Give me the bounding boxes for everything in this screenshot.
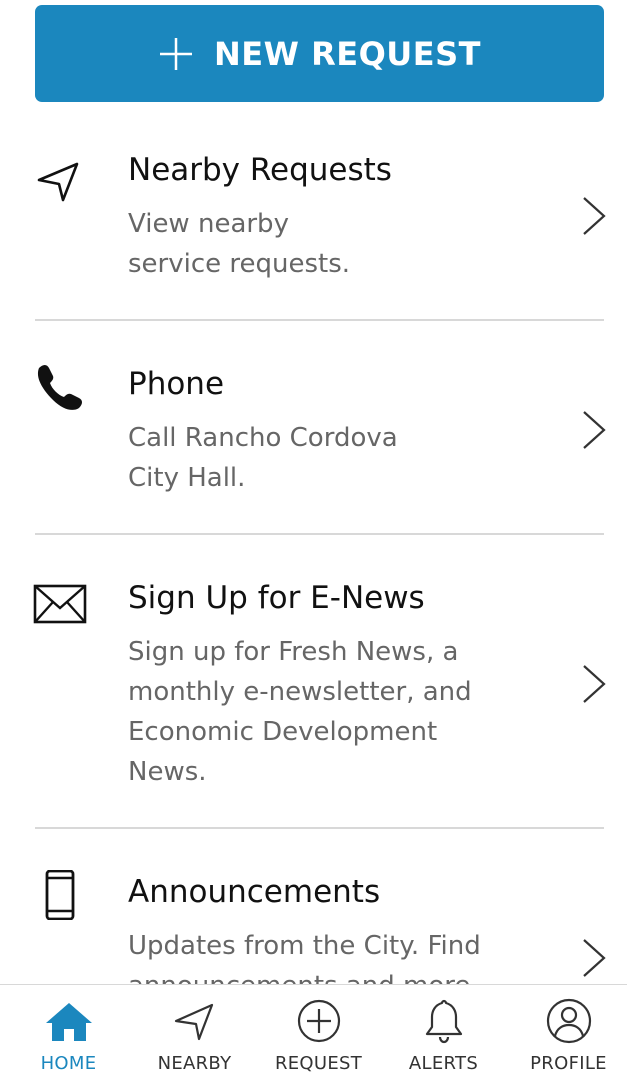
plus-icon: [160, 37, 192, 70]
tab-label: REQUEST: [274, 1053, 363, 1074]
tab-alerts[interactable]: ALERTS: [381, 985, 506, 1079]
new-request-label: NEW REQUEST: [214, 34, 481, 73]
phone-icon: [37, 365, 82, 410]
tab-label: PROFILE: [530, 1053, 607, 1074]
item-title: Sign Up for E-News: [128, 580, 425, 616]
plus-circle-icon: [297, 999, 341, 1043]
tab-request[interactable]: REQUEST: [256, 985, 381, 1079]
tab-bar: HOME NEARBY REQUEST ALERTS PROFILE: [0, 984, 627, 1079]
item-description: View nearby service requests.: [128, 209, 351, 279]
chevron-right-icon: [583, 411, 606, 449]
chevron-right-icon: [583, 665, 606, 703]
tab-label: NEARBY: [157, 1053, 232, 1074]
list-item-nearby-requests[interactable]: Nearby Requests View nearby service requ…: [0, 142, 627, 322]
chevron-right-icon: [583, 939, 606, 977]
new-request-button[interactable]: NEW REQUEST: [35, 5, 604, 102]
item-description: Sign up for Fresh News, a monthly e-news…: [128, 637, 472, 787]
tab-label: ALERTS: [408, 1053, 479, 1074]
home-icon: [46, 1003, 92, 1041]
tab-label: HOME: [40, 1053, 97, 1074]
navigation-arrow-icon: [174, 1003, 214, 1041]
item-description: Updates from the City. Find announcement…: [128, 931, 481, 984]
envelope-icon: [33, 584, 87, 624]
item-title: Announcements: [128, 874, 381, 910]
list-item-announcements[interactable]: Announcements Updates from the City. Fin…: [0, 864, 627, 984]
divider: [35, 533, 604, 535]
list-item-enews[interactable]: Sign Up for E-News Sign up for Fresh New…: [0, 570, 627, 830]
divider: [35, 319, 604, 321]
item-description: Call Rancho Cordova City Hall.: [128, 423, 398, 493]
user-circle-icon: [546, 998, 592, 1044]
item-title: Nearby Requests: [128, 152, 392, 188]
smartphone-icon: [45, 870, 75, 920]
menu-list: Nearby Requests View nearby service requ…: [0, 102, 627, 984]
tab-profile[interactable]: PROFILE: [506, 985, 627, 1079]
tab-nearby[interactable]: NEARBY: [132, 985, 257, 1079]
bell-icon: [425, 999, 463, 1044]
navigation-arrow-icon: [37, 162, 79, 202]
list-item-phone[interactable]: Phone Call Rancho Cordova City Hall.: [0, 356, 627, 536]
item-title: Phone: [128, 366, 225, 402]
chevron-right-icon: [583, 197, 606, 235]
divider: [35, 827, 604, 829]
tab-home[interactable]: HOME: [6, 985, 131, 1079]
